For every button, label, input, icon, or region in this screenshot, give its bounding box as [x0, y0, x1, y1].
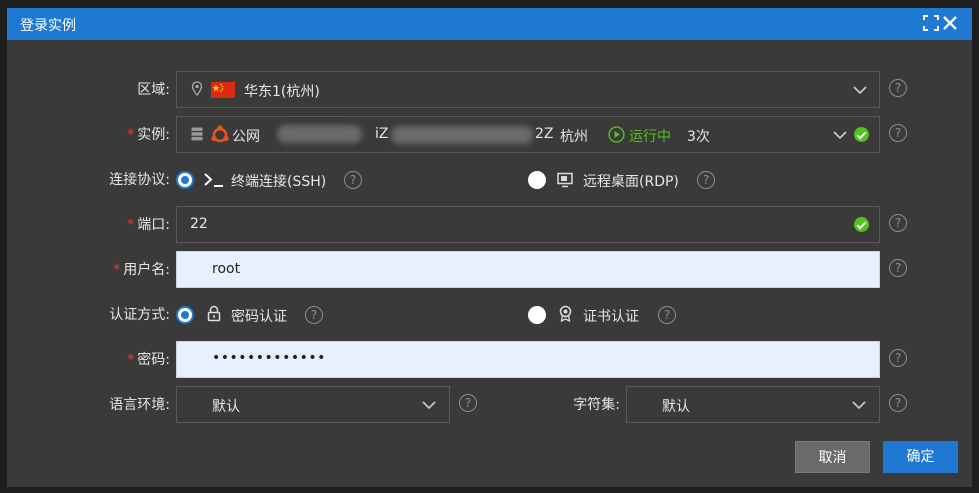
port-value: 22 [190, 216, 208, 232]
username-help-icon[interactable]: ? [889, 259, 907, 277]
ssh-help-icon[interactable]: ? [344, 171, 362, 189]
language-value: 默认 [212, 399, 240, 415]
charset-help-icon[interactable]: ? [889, 394, 907, 412]
instance-help-icon[interactable]: ? [889, 124, 907, 142]
certificate-icon [559, 305, 572, 322]
charset-select[interactable]: 默认 [626, 386, 880, 423]
port-help-icon[interactable]: ? [889, 214, 907, 232]
instance-city: 杭州 [560, 129, 588, 145]
chevron-down-icon [852, 401, 866, 410]
instance-id-suffix: 2Z [535, 126, 554, 142]
cert-auth-help-icon[interactable]: ? [658, 306, 676, 324]
region-label: 区域: [137, 82, 170, 98]
password-input[interactable]: ••••••••••••• [176, 341, 880, 378]
protocol-rdp-label[interactable]: 远程桌面(RDP) [583, 171, 679, 191]
rdp-help-icon[interactable]: ? [697, 171, 715, 189]
dialog-titlebar: 登录实例 [7, 8, 972, 40]
ubuntu-logo-icon [211, 125, 229, 143]
server-icon [191, 127, 203, 141]
fullscreen-icon[interactable] [922, 14, 940, 32]
lock-icon [207, 305, 221, 322]
protocol-ssh-label[interactable]: 终端连接(SSH) [231, 171, 326, 191]
chevron-down-icon [833, 131, 847, 140]
auth-password-label[interactable]: 密码认证 [231, 306, 287, 326]
instance-select[interactable]: 公网 iZ 2Z 杭州 运行中 3次 [176, 116, 880, 153]
chevron-down-icon [853, 86, 867, 95]
auth-cert-label[interactable]: 证书认证 [583, 306, 639, 326]
language-help-icon[interactable]: ? [459, 394, 477, 412]
protocol-rdp-radio[interactable] [528, 171, 546, 189]
port-input[interactable]: 22 [176, 206, 880, 243]
redacted-area [391, 126, 533, 144]
instance-status: 运行中 [629, 129, 671, 145]
region-help-icon[interactable]: ? [889, 79, 907, 97]
china-flag-icon [211, 82, 235, 98]
instance-count: 3次 [687, 129, 710, 145]
charset-label: 字符集: [573, 397, 620, 413]
language-select[interactable]: 默认 [176, 386, 450, 423]
cancel-button[interactable]: 取消 [795, 441, 870, 473]
auth-password-radio[interactable] [176, 306, 194, 324]
chevron-down-icon [422, 401, 436, 410]
ok-button[interactable]: 确定 [883, 441, 958, 473]
instance-id-prefix: iZ [375, 126, 389, 142]
language-label: 语言环境: [109, 397, 170, 413]
protocol-ssh-radio[interactable] [176, 171, 194, 189]
login-instance-dialog: 登录实例 区域: 华东1(杭州) ? * 实例: 公网 iZ 2Z 杭州 运行中… [7, 8, 972, 487]
redacted-area [277, 125, 362, 143]
remote-desktop-icon [557, 172, 573, 188]
password-label: * 密码: [127, 352, 170, 368]
dialog-title: 登录实例 [20, 18, 76, 34]
region-value: 华东1(杭州) [244, 84, 320, 100]
close-icon[interactable] [941, 14, 959, 32]
password-auth-help-icon[interactable]: ? [305, 306, 323, 324]
valid-check-icon [854, 127, 869, 142]
instance-network: 公网 [232, 129, 260, 145]
play-circle-icon [608, 126, 625, 143]
instance-label: * 实例: [127, 127, 170, 143]
port-label: * 端口: [127, 217, 170, 233]
protocol-label: 连接协议: [109, 172, 170, 188]
location-pin-icon [191, 81, 203, 96]
username-value: root [212, 261, 241, 277]
terminal-icon [204, 173, 223, 187]
username-label: * 用户名: [113, 262, 170, 278]
auth-label: 认证方式: [109, 307, 170, 323]
region-select[interactable]: 华东1(杭州) [176, 71, 880, 108]
password-value: ••••••••••••• [212, 350, 326, 366]
username-input[interactable]: root [176, 251, 880, 288]
password-help-icon[interactable]: ? [889, 349, 907, 367]
auth-cert-radio[interactable] [528, 306, 546, 324]
charset-value: 默认 [662, 399, 690, 415]
valid-check-icon [854, 217, 869, 232]
